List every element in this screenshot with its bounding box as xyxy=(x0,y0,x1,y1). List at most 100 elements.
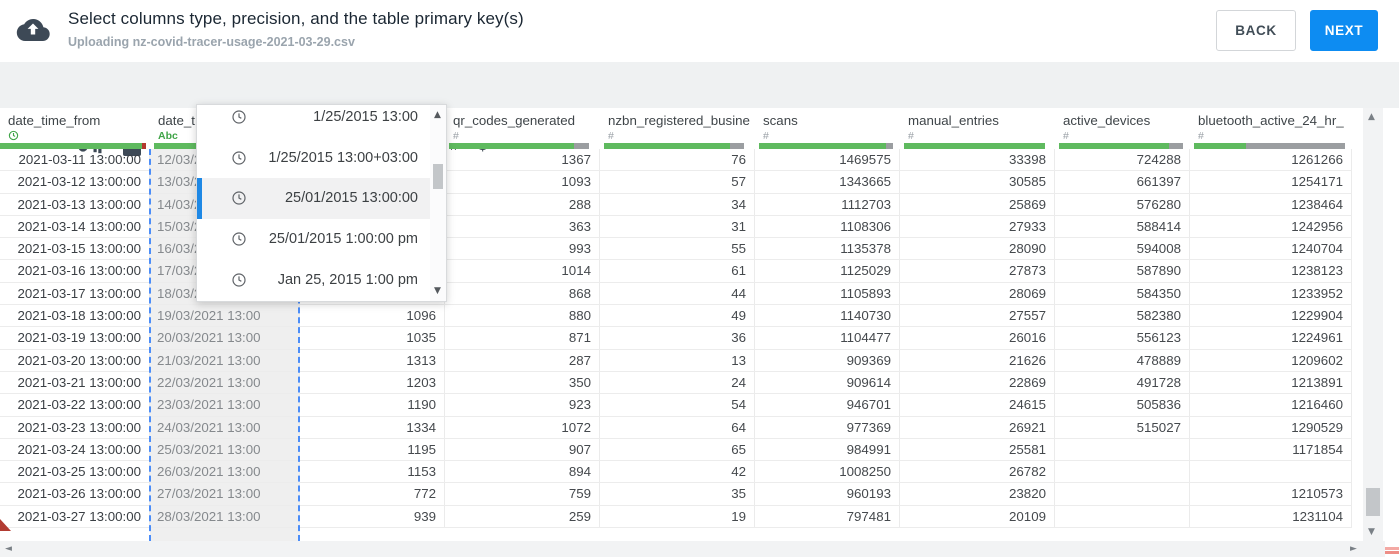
dropdown-option[interactable]: 1/25/2015 13:00 xyxy=(197,105,431,138)
table-cell[interactable]: 1231104 xyxy=(1190,505,1352,528)
table-cell[interactable]: 1238123 xyxy=(1190,260,1352,282)
table-cell[interactable]: 1195 xyxy=(300,438,445,461)
table-cell[interactable]: 26782 xyxy=(900,461,1055,483)
table-cell[interactable]: 2021-03-23 13:00:00 xyxy=(0,416,150,438)
table-cell[interactable]: 64 xyxy=(600,416,755,438)
table-cell[interactable]: 28/03/2021 13:00 xyxy=(150,505,300,528)
table-cell[interactable]: 1242956 xyxy=(1190,215,1352,238)
table-cell[interactable]: 909614 xyxy=(755,371,900,394)
table-cell[interactable]: 2021-03-18 13:00:00 xyxy=(0,305,150,327)
table-cell[interactable]: 1216460 xyxy=(1190,394,1352,416)
table-cell[interactable]: 2021-03-20 13:00:00 xyxy=(0,349,150,371)
table-cell[interactable]: 259 xyxy=(445,505,600,528)
table-cell[interactable]: 1125029 xyxy=(755,260,900,282)
dropdown-option[interactable]: 25/01/2015 13:00:00 xyxy=(197,178,431,220)
table-cell[interactable]: 2021-03-25 13:00:00 xyxy=(0,461,150,483)
table-cell[interactable]: 27873 xyxy=(900,260,1055,282)
table-cell[interactable]: 2021-03-14 13:00:00 xyxy=(0,215,150,238)
table-cell[interactable]: 1104477 xyxy=(755,327,900,349)
table-cell[interactable]: 36 xyxy=(600,327,755,349)
table-cell[interactable]: 1313 xyxy=(300,349,445,371)
table-cell[interactable]: 960193 xyxy=(755,483,900,505)
table-cell[interactable]: 871 xyxy=(445,327,600,349)
table-cell[interactable]: 1334 xyxy=(300,416,445,438)
table-cell[interactable]: 582380 xyxy=(1055,305,1190,327)
table-cell[interactable]: 21/03/2021 13:00 xyxy=(150,349,300,371)
table-cell[interactable]: 1210573 xyxy=(1190,483,1352,505)
table-cell[interactable]: 31 xyxy=(600,215,755,238)
table-cell[interactable]: 28069 xyxy=(900,282,1055,305)
column-header[interactable]: scans # xyxy=(755,108,900,143)
vertical-scrollbar-thumb[interactable] xyxy=(1366,488,1380,516)
next-button[interactable]: NEXT xyxy=(1310,10,1378,51)
table-cell[interactable]: 26016 xyxy=(900,327,1055,349)
table-cell[interactable]: 24 xyxy=(600,371,755,394)
table-cell[interactable]: 363 xyxy=(445,215,600,238)
table-cell[interactable]: 923 xyxy=(445,394,600,416)
table-cell[interactable]: 907 xyxy=(445,438,600,461)
column-header[interactable]: nzbn_registered_busine # xyxy=(600,108,755,143)
table-cell[interactable]: 55 xyxy=(600,238,755,260)
table-cell[interactable]: 1171854 xyxy=(1190,438,1352,461)
table-cell[interactable]: 1135378 xyxy=(755,238,900,260)
table-cell[interactable]: 49 xyxy=(600,305,755,327)
table-cell[interactable]: 909369 xyxy=(755,349,900,371)
table-cell[interactable]: 1140730 xyxy=(755,305,900,327)
table-cell[interactable]: 2021-03-12 13:00:00 xyxy=(0,171,150,193)
table-cell[interactable]: 993 xyxy=(445,238,600,260)
table-cell[interactable]: 22869 xyxy=(900,371,1055,394)
table-cell[interactable]: 288 xyxy=(445,193,600,215)
table-cell[interactable]: 724288 xyxy=(1055,149,1190,171)
table-cell[interactable]: 28090 xyxy=(900,238,1055,260)
table-cell[interactable]: 26/03/2021 13:00 xyxy=(150,461,300,483)
table-cell[interactable]: 1014 xyxy=(445,260,600,282)
table-cell[interactable]: 1035 xyxy=(300,327,445,349)
scroll-up-icon[interactable]: ▲ xyxy=(1368,112,1375,122)
table-cell[interactable]: 2021-03-22 13:00:00 xyxy=(0,394,150,416)
table-cell[interactable]: 1209602 xyxy=(1190,349,1352,371)
table-cell[interactable]: 24/03/2021 13:00 xyxy=(150,416,300,438)
table-cell[interactable]: 505836 xyxy=(1055,394,1190,416)
column-header[interactable]: date_time_from xyxy=(0,108,150,143)
table-cell[interactable]: 27557 xyxy=(900,305,1055,327)
table-cell[interactable]: 977369 xyxy=(755,416,900,438)
table-cell[interactable]: 1153 xyxy=(300,461,445,483)
table-cell[interactable]: 57 xyxy=(600,171,755,193)
scroll-right-icon[interactable]: ► xyxy=(1350,544,1357,554)
table-cell[interactable]: 35 xyxy=(600,483,755,505)
table-cell[interactable]: 61 xyxy=(600,260,755,282)
table-cell[interactable]: 76 xyxy=(600,149,755,171)
table-cell[interactable]: 21626 xyxy=(900,349,1055,371)
table-cell[interactable]: 946701 xyxy=(755,394,900,416)
table-cell[interactable]: 1105893 xyxy=(755,282,900,305)
table-cell[interactable]: 1254171 xyxy=(1190,171,1352,193)
table-cell[interactable]: 797481 xyxy=(755,505,900,528)
table-cell[interactable]: 23820 xyxy=(900,483,1055,505)
table-cell[interactable]: 556123 xyxy=(1055,327,1190,349)
table-cell[interactable] xyxy=(1055,483,1190,505)
table-cell[interactable]: 1469575 xyxy=(755,149,900,171)
table-cell[interactable]: 880 xyxy=(445,305,600,327)
table-cell[interactable]: 2021-03-13 13:00:00 xyxy=(0,193,150,215)
table-cell[interactable]: 661397 xyxy=(1055,171,1190,193)
table-cell[interactable]: 1096 xyxy=(300,305,445,327)
table-cell[interactable]: 939 xyxy=(300,505,445,528)
table-cell[interactable]: 25/03/2021 13:00 xyxy=(150,438,300,461)
dropdown-scroll-down-icon[interactable]: ▼ xyxy=(434,286,441,296)
table-cell[interactable]: 515027 xyxy=(1055,416,1190,438)
column-header[interactable]: manual_entries # xyxy=(900,108,1055,143)
dropdown-scroll-up-icon[interactable]: ▲ xyxy=(434,110,441,120)
table-cell[interactable]: 20109 xyxy=(900,505,1055,528)
table-cell[interactable]: 1093 xyxy=(445,171,600,193)
table-cell[interactable]: 25869 xyxy=(900,193,1055,215)
column-header[interactable]: qr_codes_generated # xyxy=(445,108,600,143)
table-cell[interactable]: 2021-03-17 13:00:00 xyxy=(0,282,150,305)
table-cell[interactable]: 1203 xyxy=(300,371,445,394)
table-cell[interactable]: 25581 xyxy=(900,438,1055,461)
table-cell[interactable]: 2021-03-16 13:00:00 xyxy=(0,260,150,282)
table-cell[interactable]: 1238464 xyxy=(1190,193,1352,215)
table-cell[interactable]: 27/03/2021 13:00 xyxy=(150,483,300,505)
table-cell[interactable]: 984991 xyxy=(755,438,900,461)
table-cell[interactable] xyxy=(1190,461,1352,483)
dropdown-option[interactable]: 1/25/2015 13:00+03:00 xyxy=(197,138,431,179)
